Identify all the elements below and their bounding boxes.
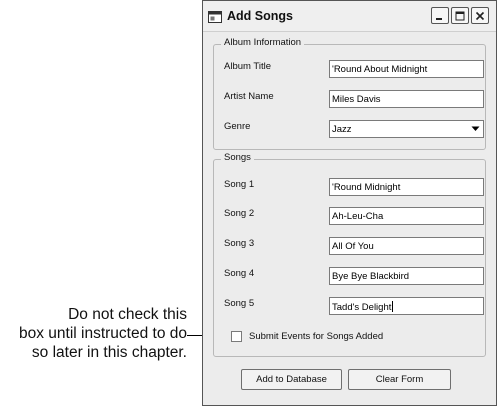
annotation-line-2: box until instructed to do bbox=[18, 325, 187, 342]
song-4-field[interactable]: Bye Bye Blackbird bbox=[329, 267, 484, 285]
annotation-line-3: so later in this chapter. bbox=[31, 344, 187, 361]
album-title-label: Album Title bbox=[224, 61, 271, 72]
maximize-icon bbox=[455, 11, 465, 21]
album-information-group: Album Information Album Title 'Round Abo… bbox=[213, 37, 486, 150]
song-5-value: Tadd's Delight bbox=[332, 302, 392, 313]
song-3-label: Song 3 bbox=[224, 238, 255, 249]
song-5-label: Song 5 bbox=[224, 298, 255, 309]
album-title-field[interactable]: 'Round About Midnight bbox=[329, 60, 484, 78]
artist-name-label: Artist Name bbox=[224, 91, 274, 102]
song-1-label: Song 1 bbox=[224, 179, 255, 190]
window-title: Add Songs bbox=[227, 9, 293, 23]
screenshot-canvas: Do not check this box until instructed t… bbox=[0, 0, 500, 409]
add-to-database-button[interactable]: Add to Database bbox=[241, 369, 342, 390]
genre-selected-value: Jazz bbox=[332, 124, 352, 135]
album-information-group-title: Album Information bbox=[221, 37, 305, 48]
genre-select[interactable]: Jazz bbox=[329, 120, 484, 138]
artist-name-field[interactable]: Miles Davis bbox=[329, 90, 484, 108]
song-3-field[interactable]: All Of You bbox=[329, 237, 484, 255]
close-button[interactable] bbox=[471, 7, 489, 24]
clear-form-button[interactable]: Clear Form bbox=[348, 369, 451, 390]
song-5-field[interactable]: Tadd's Delight bbox=[329, 297, 484, 315]
genre-label: Genre bbox=[224, 121, 251, 132]
maximize-button[interactable] bbox=[451, 7, 469, 24]
songs-group-title: Songs bbox=[221, 152, 254, 163]
title-bar[interactable]: Add Songs bbox=[203, 1, 496, 32]
minimize-button[interactable] bbox=[431, 7, 449, 24]
form-window-icon bbox=[208, 10, 222, 23]
chevron-down-icon[interactable] bbox=[468, 122, 482, 136]
songs-group: Songs Song 1 'Round Midnight Song 2 Ah-L… bbox=[213, 152, 486, 357]
submit-events-label[interactable]: Submit Events for Songs Added bbox=[249, 331, 383, 342]
annotation-line-1: Do not check this bbox=[68, 306, 187, 323]
close-icon bbox=[475, 11, 485, 21]
song-1-field[interactable]: 'Round Midnight bbox=[329, 178, 484, 196]
song-2-label: Song 2 bbox=[224, 208, 255, 219]
minimize-icon bbox=[435, 11, 445, 21]
song-2-field[interactable]: Ah-Leu-Cha bbox=[329, 207, 484, 225]
submit-events-checkbox[interactable] bbox=[231, 331, 242, 342]
annotation-callout: Do not check this box until instructed t… bbox=[0, 305, 187, 362]
add-songs-window: Add Songs Album Information Album Title bbox=[202, 0, 497, 406]
song-4-label: Song 4 bbox=[224, 268, 255, 279]
text-cursor bbox=[392, 301, 394, 312]
